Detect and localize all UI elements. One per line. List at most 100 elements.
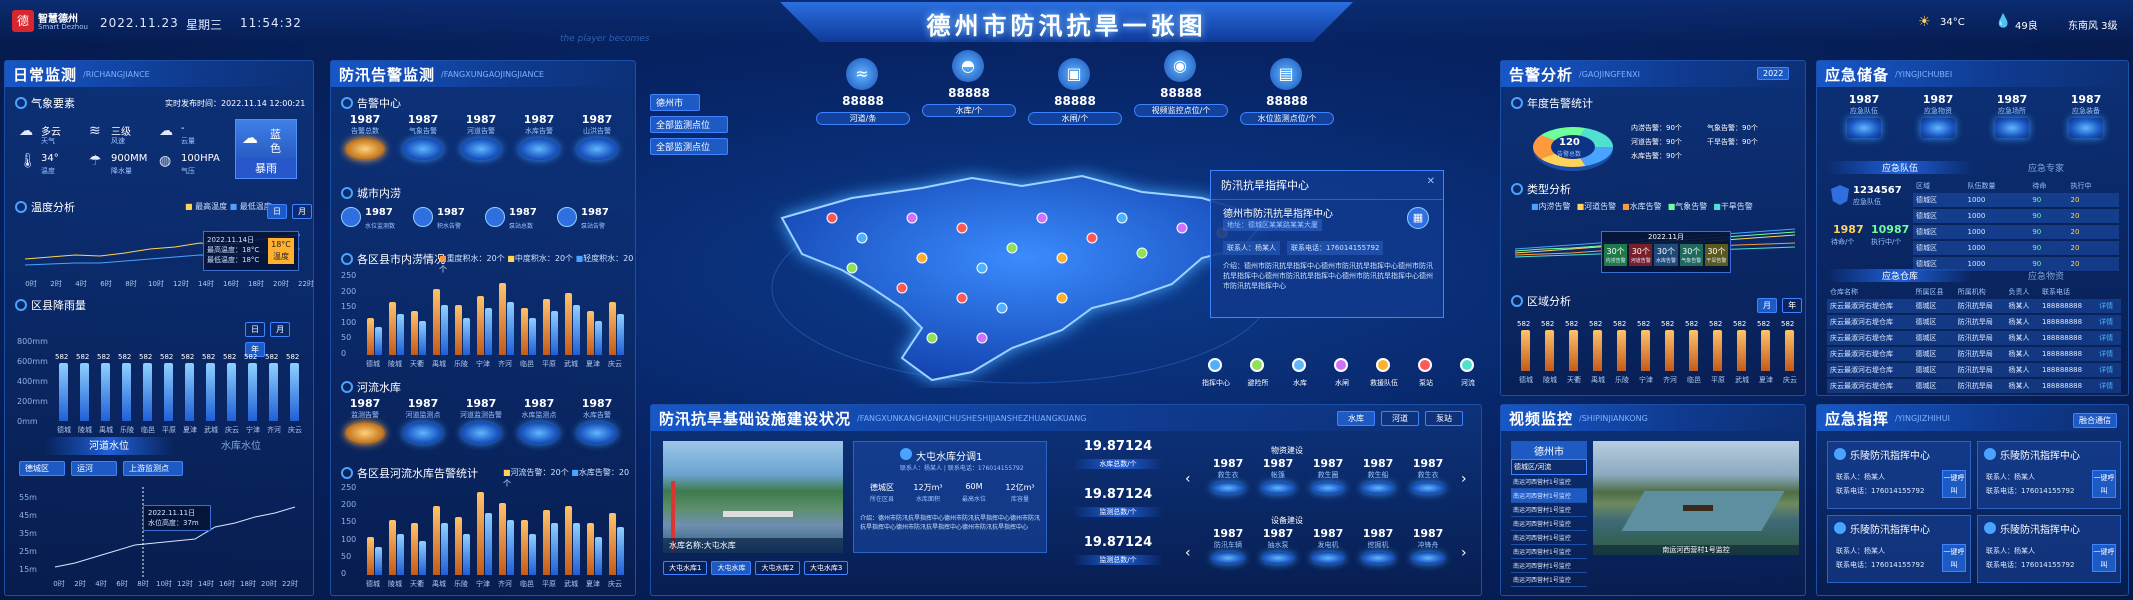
tab-team[interactable]: 应急队伍 bbox=[1827, 161, 1973, 174]
legend-pin-icon[interactable] bbox=[1250, 358, 1264, 372]
region-bar bbox=[1785, 330, 1794, 371]
video-list-item[interactable]: 南运河西营村1号监控 bbox=[1511, 489, 1587, 503]
map-pin-icon[interactable] bbox=[976, 262, 988, 274]
stat-value: 1987 bbox=[349, 397, 381, 410]
call-button[interactable]: 一键呼叫 bbox=[1942, 470, 1966, 498]
reserve-stat: 1987 应急场所 bbox=[1979, 93, 2045, 138]
legend-pin-icon[interactable] bbox=[1418, 358, 1432, 372]
tip-label: 河道告警 bbox=[1630, 258, 1651, 264]
map-pin-icon[interactable] bbox=[1116, 212, 1128, 224]
detail-link[interactable]: 详情 bbox=[2096, 346, 2121, 363]
detail-link[interactable]: 详情 bbox=[2096, 314, 2121, 331]
temp-tab-month[interactable]: 月 bbox=[292, 204, 313, 219]
tab-pump[interactable]: 泵站 bbox=[1425, 411, 1463, 426]
detail-link[interactable]: 详情 bbox=[2096, 330, 2121, 347]
map-pin-icon[interactable] bbox=[956, 292, 968, 304]
table-row: 庆云最淑河右堤仓库 德城区 防汛抗旱局 杨某人 188888888 详情 bbox=[1827, 299, 2121, 315]
map-pin-icon[interactable] bbox=[846, 262, 858, 274]
map-pin-icon[interactable] bbox=[1056, 252, 1068, 264]
map-pin-icon[interactable] bbox=[1056, 292, 1068, 304]
region-tab-year[interactable]: 年 bbox=[1782, 298, 1803, 313]
select-point[interactable]: 上游监测点 bbox=[123, 461, 183, 476]
reservoir-tab[interactable]: 大屯水库 bbox=[711, 561, 752, 575]
rain-tab-month[interactable]: 月 bbox=[270, 322, 291, 337]
map-pin-icon[interactable] bbox=[976, 332, 988, 344]
map-pin-icon[interactable] bbox=[906, 212, 918, 224]
tab-warehouse[interactable]: 应急仓库 bbox=[1827, 269, 1973, 282]
tab-materials[interactable]: 应急物资 bbox=[1973, 269, 2119, 282]
team-cell: 德城区 bbox=[1913, 240, 1965, 257]
bar-secondary bbox=[573, 523, 580, 575]
detail-link[interactable]: 详情 bbox=[2096, 299, 2121, 315]
reservoir-tab[interactable]: 大屯水库1 bbox=[663, 561, 708, 575]
map-pin-icon[interactable] bbox=[1036, 212, 1048, 224]
video-player[interactable]: 南运河西营村1号监控 bbox=[1593, 441, 1799, 555]
stat-item: 1987 告警总数 bbox=[337, 113, 393, 160]
store-cell: 杨某人 bbox=[2005, 299, 2039, 315]
legend-pin-icon[interactable] bbox=[1460, 358, 1474, 372]
map-select[interactable]: 全部监测点位 bbox=[650, 138, 728, 155]
tab-reservoir[interactable]: 水库 bbox=[1337, 411, 1375, 426]
video-list-item[interactable]: 南运河西营村1号监控 bbox=[1511, 545, 1587, 559]
video-list-item[interactable]: 南运河西营村1号监控 bbox=[1511, 559, 1587, 573]
video-list-item[interactable]: 南运河西营村1号监控 bbox=[1511, 517, 1587, 531]
rain-tab-day[interactable]: 日 bbox=[245, 322, 265, 337]
map-popup[interactable]: 防汛抗旱指挥中心 ✕ 德州市防汛抗旱指挥中心 地址：德城区某某路某某大厦 ▦ 联… bbox=[1210, 170, 1444, 318]
video-select[interactable]: 德城区/河流 bbox=[1511, 459, 1587, 475]
map-pin-icon[interactable] bbox=[916, 252, 928, 264]
map-select[interactable]: 全部监测点位 bbox=[650, 116, 728, 133]
popup-title: 防汛抗旱指挥中心 bbox=[1211, 171, 1443, 200]
y-label: 250 bbox=[341, 271, 357, 280]
tab-river[interactable]: 河道 bbox=[1381, 411, 1419, 426]
video-city[interactable]: 德州市 bbox=[1511, 441, 1587, 460]
map-pin-icon[interactable] bbox=[1136, 247, 1148, 259]
map-select[interactable]: 德州市 bbox=[650, 94, 700, 111]
year-select[interactable]: 2022 bbox=[1757, 67, 1790, 80]
bar-secondary bbox=[463, 317, 470, 355]
video-list-item[interactable]: 南运河西营村1号监控 bbox=[1511, 573, 1587, 587]
map-pin-icon[interactable] bbox=[1176, 222, 1188, 234]
video-list-item[interactable]: 南运河西营村1号监控 bbox=[1511, 475, 1587, 489]
equip-next-icon[interactable]: › bbox=[1461, 545, 1467, 561]
map-pin-icon[interactable] bbox=[956, 222, 968, 234]
stat-pedestal bbox=[577, 138, 617, 160]
video-list-item[interactable]: 南运河西营村1号监控 bbox=[1511, 531, 1587, 545]
map-pin-icon[interactable] bbox=[856, 232, 868, 244]
map-pin-icon[interactable] bbox=[826, 212, 838, 224]
map-pin-icon[interactable] bbox=[996, 302, 1008, 314]
map-pin-icon[interactable] bbox=[1006, 242, 1018, 254]
legend-pin-icon[interactable] bbox=[1376, 358, 1390, 372]
legend-pin-icon[interactable] bbox=[1292, 358, 1306, 372]
detail-link[interactable]: 详情 bbox=[2096, 362, 2121, 379]
video-list-item[interactable]: 南运河西营村1号监控 bbox=[1511, 503, 1587, 517]
store-header-cell: 负责人 bbox=[2008, 288, 2030, 296]
material-next-icon[interactable]: › bbox=[1461, 471, 1467, 487]
reservoir-tab[interactable]: 大屯水库3 bbox=[803, 561, 849, 575]
tab-expert[interactable]: 应急专家 bbox=[1973, 161, 2119, 174]
alert-type: 暴雨 bbox=[236, 158, 296, 178]
temp-tab-day[interactable]: 日 bbox=[267, 204, 287, 219]
legend-pin-icon[interactable] bbox=[1208, 358, 1222, 372]
material-prev-icon[interactable]: ‹ bbox=[1185, 471, 1191, 487]
map-pin-icon[interactable] bbox=[896, 282, 908, 294]
map-pin-icon[interactable] bbox=[1086, 232, 1098, 244]
fusion-comm-button[interactable]: 融合通信 bbox=[2073, 413, 2117, 428]
stat-item: 1987 水库监测点 bbox=[511, 397, 567, 444]
equip-prev-icon[interactable]: ‹ bbox=[1185, 545, 1191, 561]
water-tooltip-value: 水位高度：37m bbox=[148, 519, 199, 527]
region-tab-month[interactable]: 月 bbox=[1757, 298, 1777, 313]
close-icon[interactable]: ✕ bbox=[1427, 176, 1435, 187]
stat-value: 1987 bbox=[407, 397, 439, 410]
tab-river-level[interactable]: 河道水位 bbox=[45, 437, 173, 455]
call-button[interactable]: 一键呼叫 bbox=[2092, 470, 2116, 498]
map-pin-icon[interactable] bbox=[926, 332, 938, 344]
call-button[interactable]: 一键呼叫 bbox=[1942, 544, 1966, 572]
store-header-cell bbox=[2096, 285, 2121, 299]
reservoir-tab[interactable]: 大屯水库2 bbox=[755, 561, 800, 575]
tab-reservoir-level[interactable]: 水库水位 bbox=[177, 437, 305, 455]
call-button[interactable]: 一键呼叫 bbox=[2092, 544, 2116, 572]
legend-pin-icon[interactable] bbox=[1334, 358, 1348, 372]
select-river[interactable]: 运河 bbox=[71, 461, 117, 476]
select-district[interactable]: 德城区 bbox=[19, 461, 65, 476]
detail-link[interactable]: 详情 bbox=[2096, 378, 2121, 395]
